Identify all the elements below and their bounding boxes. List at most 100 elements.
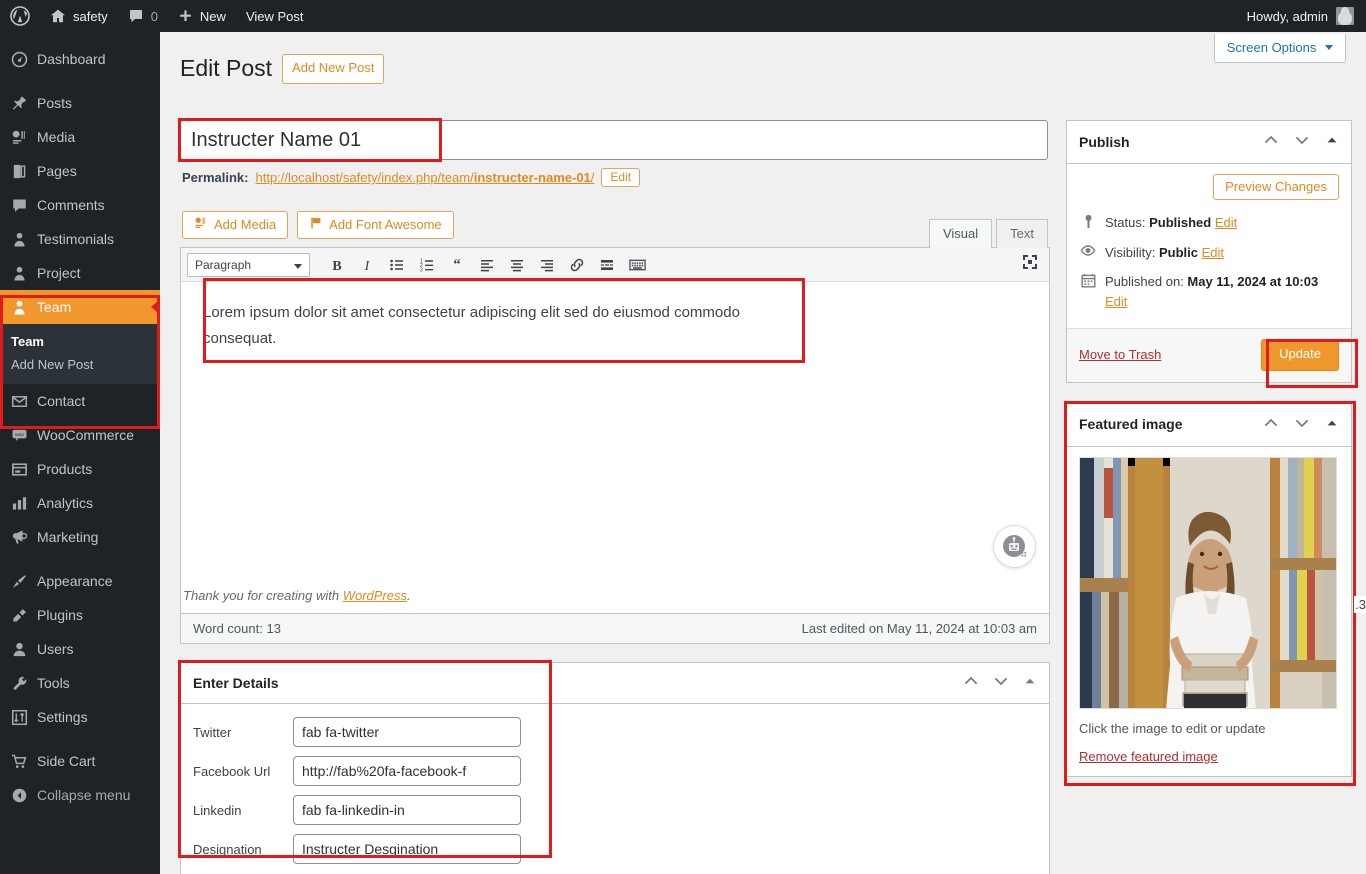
format-select-value: Paragraph <box>195 257 252 272</box>
visibility-edit-link[interactable]: Edit <box>1202 245 1224 260</box>
sidebar-item-appearance[interactable]: Appearance <box>0 564 160 598</box>
sidebar-item-team-list[interactable]: Team <box>0 330 160 353</box>
twitter-label: Twitter <box>193 724 232 740</box>
move-to-trash-link[interactable]: Move to Trash <box>1079 347 1161 362</box>
post-title-wrap <box>178 118 1050 162</box>
preview-changes-button[interactable]: Preview Changes <box>1213 174 1339 200</box>
new-label: New <box>199 8 226 24</box>
move-down-icon[interactable] <box>993 673 1009 692</box>
toggle-panel-icon[interactable] <box>1023 674 1037 691</box>
site-name-button[interactable]: safety <box>40 0 118 32</box>
sidebar-item-team-add-new[interactable]: Add New Post <box>0 353 160 376</box>
screen-options-label: Screen Options <box>1226 40 1317 55</box>
sidebar-item-comments[interactable]: Comments <box>0 188 160 222</box>
align-center-icon[interactable] <box>503 253 531 277</box>
publishing-actions: Move to Trash Update <box>1067 328 1358 388</box>
edit-permalink-button[interactable]: Edit <box>601 168 641 187</box>
sidebar-item-team[interactable]: Team <box>0 290 160 324</box>
featured-image-thumbnail[interactable] <box>1079 456 1337 709</box>
permalink-link[interactable]: http://localhost/safety/index.php/team/i… <box>255 170 594 185</box>
align-left-icon[interactable] <box>473 253 501 277</box>
page-title-text: Edit Post <box>180 55 273 81</box>
sidebar-item-analytics[interactable]: Analytics <box>0 486 160 520</box>
sidebar-item-settings[interactable]: Settings <box>0 700 160 734</box>
wordpress-link[interactable]: WordPress <box>343 588 407 603</box>
move-down-icon[interactable] <box>1294 415 1310 434</box>
tab-visual[interactable]: Visual <box>928 219 993 249</box>
bold-icon[interactable]: B <box>323 253 351 277</box>
move-up-icon[interactable] <box>1263 415 1279 434</box>
publish-panel: Publish Preview Changes Status: Publishe… <box>1066 120 1358 388</box>
featured-image-caption: Click the image to edit or update <box>1079 720 1266 736</box>
field-row-facebook: Facebook Url <box>193 756 1037 786</box>
numbered-list-icon[interactable]: 123 <box>413 253 441 277</box>
format-select[interactable]: Paragraph <box>187 252 310 277</box>
comments-button[interactable]: 0 <box>118 0 168 32</box>
italic-icon[interactable]: I <box>353 253 381 277</box>
sidebar-item-tools[interactable]: Tools <box>0 666 160 700</box>
screen-options-button[interactable]: Screen Options <box>1213 34 1346 63</box>
sidebar-item-products[interactable]: Products <box>0 452 160 486</box>
update-button[interactable]: Update <box>1261 339 1339 371</box>
add-new-post-button[interactable]: Add New Post <box>282 54 385 84</box>
twitter-input[interactable] <box>293 717 521 747</box>
sidebar-item-label: Appearance <box>37 573 113 589</box>
published-edit-link[interactable]: Edit <box>1105 294 1127 309</box>
move-down-icon[interactable] <box>1294 132 1310 151</box>
sidebar-item-marketing[interactable]: Marketing <box>0 520 160 554</box>
facebook-input[interactable] <box>293 756 521 786</box>
comment-bubble-icon <box>128 8 144 24</box>
sidebar-item-side-cart[interactable]: Side Cart <box>0 744 160 778</box>
sidebar-item-plugins[interactable]: Plugins <box>0 598 160 632</box>
tab-text[interactable]: Text <box>996 219 1048 248</box>
move-up-icon[interactable] <box>1263 132 1279 151</box>
sidebar-item-posts[interactable]: Posts <box>0 86 160 120</box>
sidebar-item-project[interactable]: Project <box>0 256 160 290</box>
toggle-panel-icon[interactable] <box>1325 416 1339 433</box>
add-media-button[interactable]: Add Media <box>182 211 289 239</box>
sidebar-item-pages[interactable]: Pages <box>0 154 160 188</box>
publish-panel-body: Preview Changes Status: Published Edit V… <box>1067 164 1351 328</box>
new-content-button[interactable]: New <box>168 0 236 32</box>
sidebar-submenu-team: Team Add New Post <box>0 324 160 384</box>
sidebar-item-label: Tools <box>37 675 70 691</box>
linkedin-input[interactable] <box>293 795 521 825</box>
wordpress-logo-button[interactable] <box>0 0 40 32</box>
submenu-arrow-icon <box>151 301 158 313</box>
read-more-icon[interactable] <box>593 253 621 277</box>
post-title-input[interactable] <box>180 120 1048 160</box>
blockquote-icon[interactable]: “ <box>443 253 471 277</box>
bulleted-list-icon[interactable] <box>383 253 411 277</box>
paintbrush-icon <box>10 572 28 590</box>
sidebar-item-woocommerce[interactable]: woo WooCommerce <box>0 418 160 452</box>
calendar-icon <box>1079 272 1097 288</box>
sidebar-item-media[interactable]: Media <box>0 120 160 154</box>
toolbar-toggle-icon[interactable] <box>623 253 651 277</box>
svg-text:3: 3 <box>420 267 423 273</box>
view-post-button[interactable]: View Post <box>236 0 314 32</box>
dashboard-icon <box>10 50 28 68</box>
sidebar-item-users[interactable]: Users <box>0 632 160 666</box>
align-right-icon[interactable] <box>533 253 561 277</box>
avatar[interactable] <box>1336 7 1354 25</box>
howdy-label[interactable]: Howdy, admin <box>1247 9 1328 24</box>
move-up-icon[interactable] <box>963 673 979 692</box>
chevron-down-icon <box>1325 45 1333 50</box>
sidebar-item-testimonials[interactable]: Testimonials <box>0 222 160 256</box>
insert-link-icon[interactable] <box>563 253 591 277</box>
sidebar-item-contact[interactable]: Contact <box>0 384 160 418</box>
designation-input[interactable] <box>293 834 521 864</box>
wrench-icon <box>10 674 28 692</box>
comment-icon <box>10 196 28 214</box>
sidebar-item-dashboard[interactable]: Dashboard <box>0 42 160 76</box>
distraction-free-icon[interactable] <box>1021 253 1039 274</box>
publish-panel-header: Publish <box>1067 121 1351 164</box>
robot-assistant-icon[interactable] <box>993 525 1036 568</box>
status-edit-link[interactable]: Edit <box>1215 215 1237 230</box>
add-font-awesome-button[interactable]: Add Font Awesome <box>297 211 454 239</box>
toggle-panel-icon[interactable] <box>1325 133 1339 150</box>
sidebar-item-collapse-menu[interactable]: Collapse menu <box>0 778 160 812</box>
last-edited: Last edited on May 11, 2024 at 10:03 am <box>801 621 1037 636</box>
editor-content-area[interactable]: Lorem ipsum dolor sit amet consectetur a… <box>181 278 1049 580</box>
remove-featured-image-link[interactable]: Remove featured image <box>1079 749 1218 764</box>
